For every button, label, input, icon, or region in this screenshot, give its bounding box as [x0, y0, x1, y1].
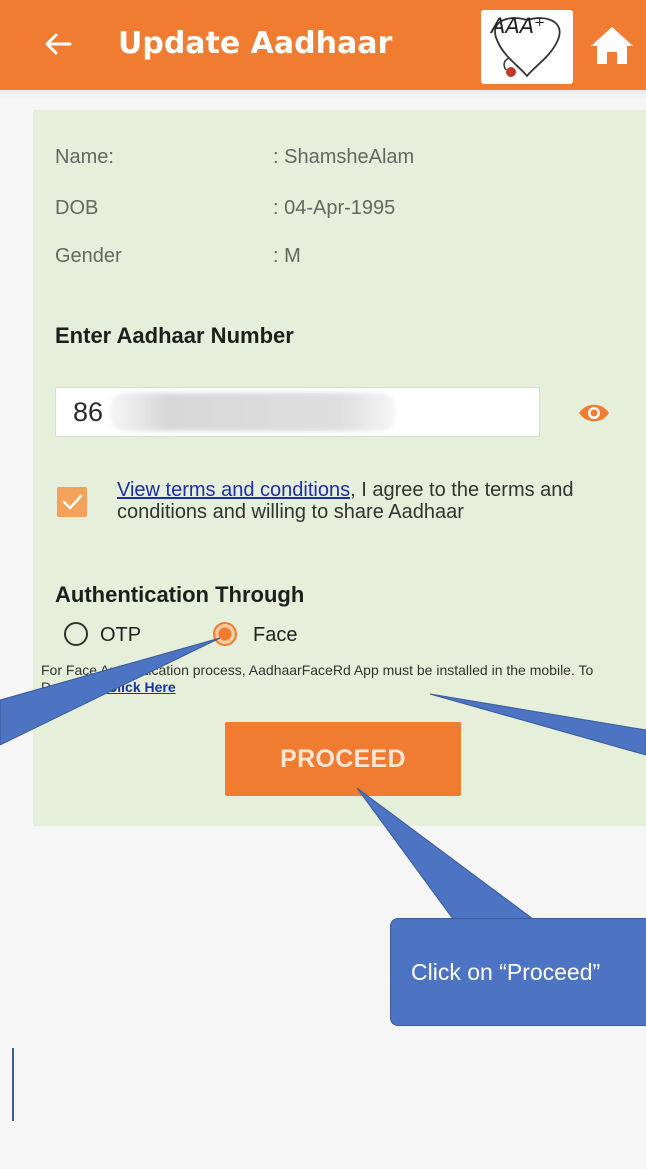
proceed-callout: Click on “Proceed” — [390, 918, 646, 1026]
download-link-arrow — [429, 693, 646, 756]
proceed-arrow — [356, 787, 535, 920]
face-option-arrow — [0, 637, 221, 746]
left-callout-fragment — [0, 1048, 14, 1121]
callout-text: Click on “Proceed” — [411, 959, 601, 985]
